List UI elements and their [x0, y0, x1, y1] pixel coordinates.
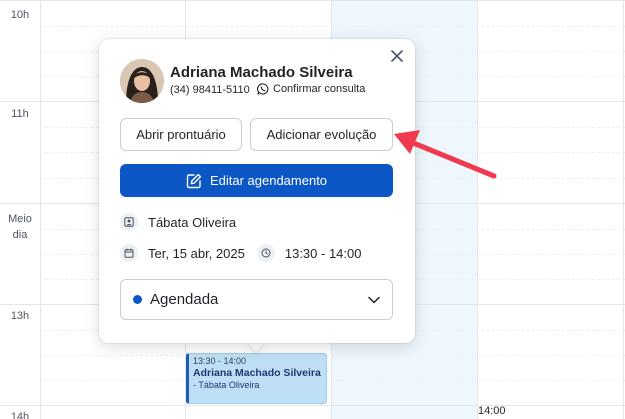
- column-divider: [40, 0, 41, 419]
- close-button[interactable]: [386, 45, 408, 67]
- hour-label: 11h: [11, 108, 29, 120]
- add-evolution-button[interactable]: Adicionar evolução: [250, 118, 393, 151]
- close-icon: [391, 50, 403, 62]
- event-patient: Adriana Machado Silveira: [193, 367, 321, 379]
- clock-icon: [256, 244, 275, 262]
- avatar-photo: [120, 59, 164, 103]
- whatsapp-icon: [257, 83, 269, 95]
- appointment-event[interactable]: 13:30 - 14:00 Adriana Machado Silveira -…: [186, 353, 327, 404]
- patient-phone: (34) 98411-5110: [170, 84, 250, 96]
- hour-label: 13h: [10, 310, 30, 322]
- slot-line: [40, 26, 625, 27]
- event-title: Adriana Machado Silveira - Tábata Olivei…: [193, 367, 322, 391]
- next-slot-time: 14:00: [478, 405, 506, 417]
- avatar: [120, 59, 164, 103]
- professional-row: Tábata Oliveira: [120, 213, 236, 231]
- slot-line: [40, 380, 625, 381]
- status-select[interactable]: Agendada: [120, 279, 393, 320]
- calendar-icon: [120, 244, 138, 262]
- confirm-whatsapp-label: Confirmar consulta: [273, 83, 366, 95]
- edit-appointment-button[interactable]: Editar agendamento: [120, 164, 393, 197]
- status-value: Agendada: [150, 291, 219, 308]
- appointment-popover: Adriana Machado Silveira (34) 98411-5110…: [99, 39, 415, 343]
- confirm-whatsapp-link[interactable]: Confirmar consulta: [257, 83, 365, 95]
- event-professional: Tábata Oliveira: [198, 380, 260, 390]
- hour-label: Meio dia: [8, 213, 32, 241]
- annotation-arrow-icon: [394, 130, 497, 179]
- slot-line: [40, 355, 625, 356]
- user-icon: [120, 213, 138, 231]
- hour-label: 14h: [10, 411, 30, 419]
- column-divider: [623, 0, 624, 419]
- column-divider: [477, 0, 478, 419]
- hour-label: 10h: [10, 9, 30, 21]
- appointment-date: Ter, 15 abr, 2025: [148, 245, 245, 261]
- status-dot: [133, 295, 142, 304]
- professional-name: Tábata Oliveira: [148, 214, 237, 230]
- chevron-down-icon: [368, 296, 380, 303]
- hour-line: [0, 405, 625, 406]
- patient-name: Adriana Machado Silveira: [170, 64, 353, 81]
- appointment-time: 13:30 - 14:00: [284, 245, 362, 261]
- open-record-button[interactable]: Abrir prontuário: [120, 118, 242, 151]
- schedule-row: Ter, 15 abr, 2025 13:30 - 14:00: [120, 244, 361, 262]
- event-time: 13:30 - 14:00: [193, 356, 247, 366]
- edit-icon: [186, 173, 202, 188]
- hour-line: [0, 0, 625, 1]
- edit-appointment-label: Editar agendamento: [209, 173, 328, 188]
